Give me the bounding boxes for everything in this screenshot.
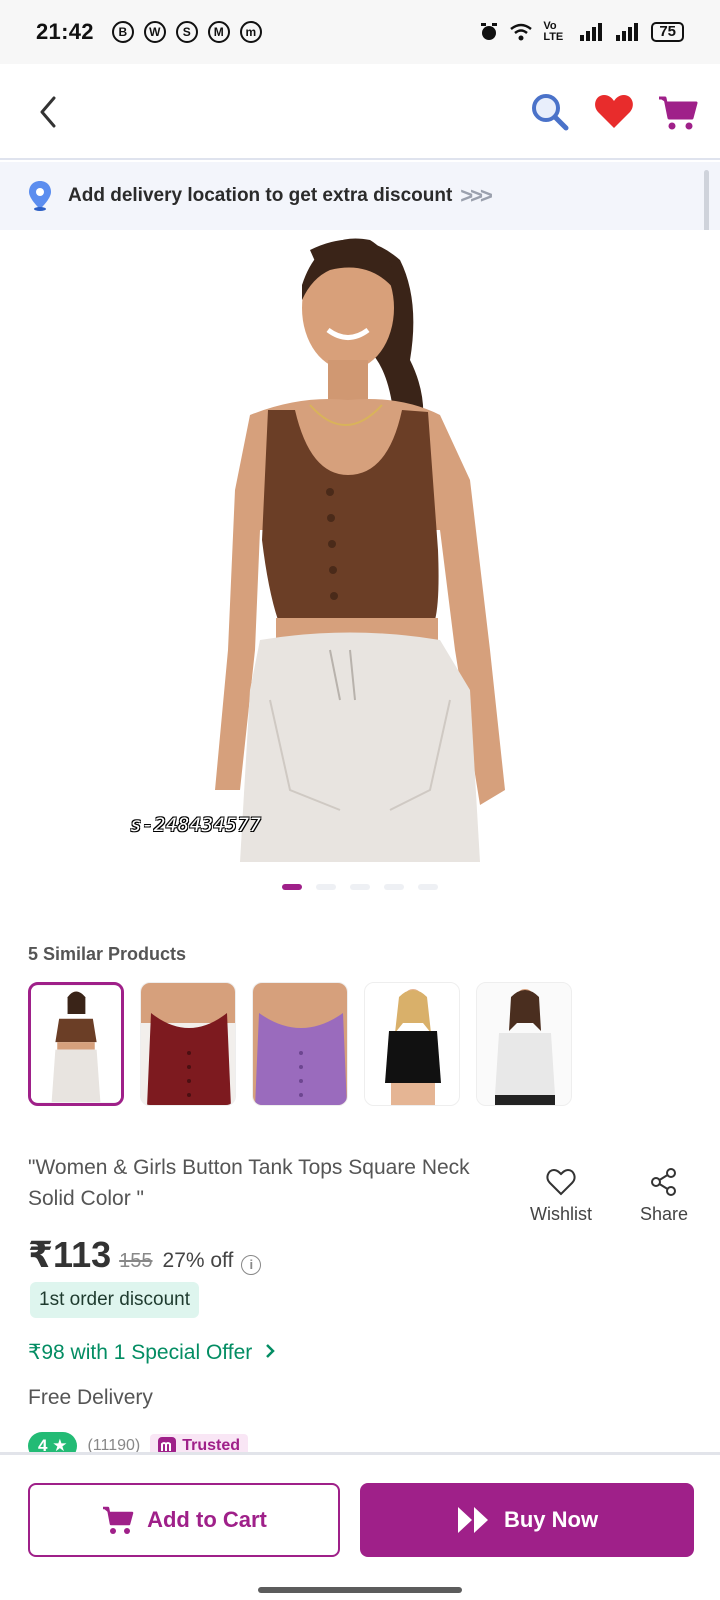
buy-now-label: Buy Now (503, 1507, 599, 1532)
delivery-location-banner[interactable]: Add delivery location to get extra disco… (0, 162, 720, 230)
app-header (0, 64, 720, 160)
similar-product-thumb[interactable] (476, 982, 572, 1106)
thumb-image (477, 983, 571, 1105)
similar-product-thumb[interactable] (364, 982, 460, 1106)
notification-icon: W (143, 21, 166, 43)
chevrons-right-icon: >>> (460, 183, 493, 208)
similar-products-title: 5 Similar Products (28, 944, 187, 964)
share-label: Share (640, 1204, 689, 1224)
carousel-dot[interactable] (282, 884, 302, 890)
cart-icon (103, 1506, 134, 1534)
info-icon[interactable]: i (241, 1254, 262, 1275)
share-button[interactable]: Share (640, 1168, 688, 1225)
image-code-watermark: s-248434577 (130, 814, 262, 836)
status-bar: 21:42 B W S M m Vo LTE 75 (0, 0, 720, 64)
alarm-icon (481, 23, 498, 40)
notification-icon: m (239, 21, 262, 43)
network-label: Vo LTE (543, 20, 564, 43)
carousel-dot[interactable] (316, 884, 336, 890)
thumb-image (141, 983, 235, 1105)
back-icon[interactable] (34, 92, 64, 132)
price-row: ₹113 155 27% off i (28, 1234, 262, 1276)
cart-icon[interactable] (656, 90, 700, 134)
original-price: 155 (119, 1250, 153, 1272)
special-offer-text: ₹98 with 1 Special Offer (28, 1341, 253, 1364)
share-icon (651, 1168, 677, 1196)
chevron-right-icon (266, 1344, 275, 1358)
thumb-image (253, 983, 347, 1105)
product-image-carousel[interactable]: s-248434577 (0, 230, 720, 862)
product-title: "Women & Girls Button Tank Tops Square N… (28, 1156, 470, 1210)
search-icon[interactable] (528, 90, 572, 134)
carousel-dot[interactable] (418, 884, 438, 890)
home-indicator[interactable] (258, 1587, 462, 1593)
first-order-badge: 1st order discount (30, 1282, 200, 1318)
similar-products-list (28, 982, 572, 1106)
product-photo (215, 238, 505, 862)
thumb-image (365, 983, 459, 1105)
notification-icons: B W S M m (111, 21, 262, 43)
thumb-image (31, 985, 121, 1103)
add-to-cart-label: Add to Cart (147, 1507, 267, 1532)
heart-outline-icon (546, 1168, 576, 1196)
similar-product-thumb[interactable] (28, 982, 124, 1106)
battery-indicator: 75 (651, 22, 684, 42)
carousel-indicator (282, 884, 438, 890)
selling-price: ₹113 (28, 1234, 112, 1275)
bottom-action-bar: Add to Cart Buy Now (0, 1452, 720, 1600)
system-icons: Vo LTE 75 (479, 21, 684, 43)
discount-percent: 27% off (162, 1249, 234, 1272)
delivery-banner-text: Add delivery location to get extra disco… (68, 185, 453, 206)
carousel-dot[interactable] (384, 884, 404, 890)
special-offer-link[interactable]: ₹98 with 1 Special Offer (28, 1340, 276, 1365)
notification-icon: B (111, 21, 134, 43)
carousel-dot[interactable] (350, 884, 370, 890)
wifi-icon (510, 23, 533, 41)
signal-icon (616, 23, 639, 41)
notification-icon: S (175, 21, 198, 43)
wishlist-label: Wishlist (530, 1204, 592, 1224)
location-pin-icon (29, 181, 51, 211)
signal-icon (580, 23, 603, 41)
wishlist-button[interactable]: Wishlist (530, 1168, 592, 1225)
notification-icon: M (207, 21, 230, 43)
heart-icon[interactable] (592, 90, 636, 134)
status-time: 21:42 (36, 19, 94, 44)
add-to-cart-button[interactable]: Add to Cart (28, 1483, 340, 1557)
similar-product-thumb[interactable] (140, 982, 236, 1106)
similar-product-thumb[interactable] (252, 982, 348, 1106)
buy-now-button[interactable]: Buy Now (360, 1483, 694, 1557)
free-delivery-text: Free Delivery (28, 1386, 153, 1409)
fast-forward-icon (457, 1507, 488, 1533)
